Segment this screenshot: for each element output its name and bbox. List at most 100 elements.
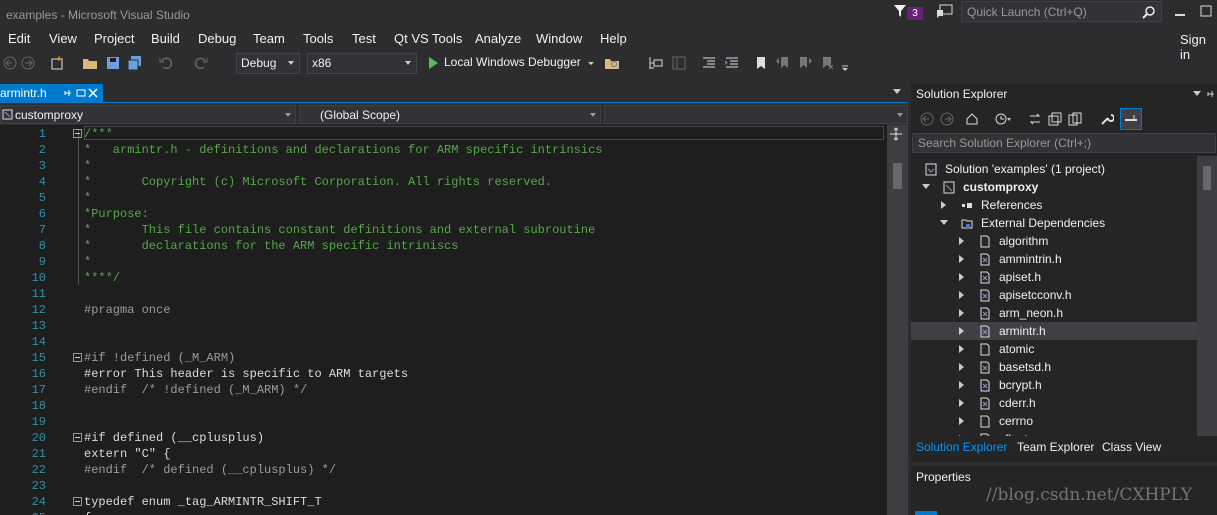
expand-icon[interactable] bbox=[959, 435, 964, 436]
menu-help[interactable]: Help bbox=[600, 31, 627, 46]
minimize-icon[interactable] bbox=[1173, 4, 1187, 18]
code-line[interactable]: * armintr.h - definitions and declaratio… bbox=[84, 142, 602, 158]
panel-menu-icon[interactable] bbox=[1193, 91, 1201, 97]
editor-scroll-thumb[interactable] bbox=[893, 163, 902, 189]
new-project-icon[interactable] bbox=[49, 55, 65, 71]
code-line[interactable]: #endif /* !defined (_M_ARM) */ bbox=[84, 382, 307, 398]
fold-toggle[interactable] bbox=[73, 353, 82, 362]
start-debugger-button[interactable]: Local Windows Debugger bbox=[444, 55, 581, 69]
save-icon[interactable] bbox=[105, 55, 121, 71]
configuration-select[interactable]: Debug bbox=[236, 53, 300, 74]
menu-team[interactable]: Team bbox=[253, 31, 285, 46]
tree-item-file[interactable]: cerrno bbox=[911, 412, 1197, 430]
redo-icon[interactable] bbox=[193, 55, 209, 71]
expand-icon[interactable] bbox=[959, 309, 964, 317]
sync-icon[interactable] bbox=[1028, 112, 1042, 126]
back-icon[interactable] bbox=[920, 112, 934, 126]
code-line[interactable]: * Copyright (c) Microsoft Corporation. A… bbox=[84, 174, 552, 190]
preview-selected-button[interactable] bbox=[1120, 108, 1142, 130]
menu-build[interactable]: Build bbox=[151, 31, 180, 46]
tree-item-file[interactable]: bcrypt.h bbox=[911, 376, 1197, 394]
forward-icon[interactable] bbox=[940, 112, 954, 126]
pin-icon[interactable] bbox=[63, 88, 73, 98]
tree-item-file[interactable]: basetsd.h bbox=[911, 358, 1197, 376]
menu-debug[interactable]: Debug bbox=[198, 31, 236, 46]
tree-item-file[interactable]: atomic bbox=[911, 340, 1197, 358]
code-line[interactable]: extern "C" { bbox=[84, 446, 170, 462]
expand-icon[interactable] bbox=[959, 363, 964, 371]
member-select[interactable] bbox=[604, 105, 908, 124]
save-all-icon[interactable] bbox=[127, 55, 143, 71]
search-icon[interactable] bbox=[1142, 5, 1156, 19]
clear-bookmarks-icon[interactable] bbox=[819, 55, 835, 71]
menu-tools[interactable]: Tools bbox=[303, 31, 333, 46]
code-line[interactable]: #endif /* defined (__cplusplus) */ bbox=[84, 462, 336, 478]
code-line[interactable]: * bbox=[84, 158, 91, 174]
tree-item-project[interactable]: customproxy bbox=[911, 178, 1197, 196]
code-line[interactable]: * declarations for the ARM specific intr… bbox=[84, 238, 458, 254]
menu-view[interactable]: View bbox=[49, 31, 77, 46]
expand-icon[interactable] bbox=[959, 345, 964, 353]
feedback-icon[interactable] bbox=[936, 4, 954, 20]
expand-icon[interactable] bbox=[941, 201, 946, 209]
project-select[interactable]: customproxy bbox=[0, 105, 296, 124]
tree-item-file[interactable]: algorithm bbox=[911, 232, 1197, 250]
maximize-icon[interactable] bbox=[1199, 4, 1213, 18]
fold-toggle[interactable] bbox=[73, 129, 82, 138]
fold-toggle[interactable] bbox=[73, 497, 82, 506]
code-line[interactable]: * This file contains constant definition… bbox=[84, 222, 595, 238]
pin-icon[interactable] bbox=[1206, 89, 1216, 99]
expand-icon[interactable] bbox=[959, 291, 964, 299]
tree-item-file[interactable]: ammintrin.h bbox=[911, 250, 1197, 268]
expand-icon[interactable] bbox=[959, 417, 964, 425]
code-editor[interactable]: 1 /*** 2 * armintr.h - definitions and d… bbox=[0, 125, 908, 515]
tab-team-explorer[interactable]: Team Explorer bbox=[1017, 440, 1094, 454]
expand-icon[interactable] bbox=[959, 399, 964, 407]
solution-explorer-search[interactable]: Search Solution Explorer (Ctrl+;) bbox=[912, 133, 1216, 153]
indent-icon[interactable] bbox=[724, 55, 740, 71]
forward-icon[interactable] bbox=[20, 55, 36, 71]
notification-badge[interactable]: 3 bbox=[907, 7, 923, 20]
tree-item-file[interactable]: apisetcconv.h bbox=[911, 286, 1197, 304]
code-line[interactable]: *Purpose: bbox=[84, 206, 149, 222]
menu-qt-vs-tools[interactable]: Qt VS Tools bbox=[394, 31, 462, 46]
tree-item-file-selected[interactable]: armintr.h bbox=[911, 322, 1197, 340]
properties-wrench-icon[interactable] bbox=[1100, 112, 1114, 126]
previous-bookmark-icon[interactable] bbox=[775, 55, 791, 71]
code-line[interactable]: { bbox=[84, 510, 91, 515]
tab-overflow-icon[interactable] bbox=[893, 89, 901, 95]
preview-icon[interactable] bbox=[76, 88, 86, 98]
tree-item-solution[interactable]: Solution 'examples' (1 project) bbox=[911, 160, 1197, 178]
code-line[interactable]: typedef enum _tag_ARMINTR_SHIFT_T bbox=[84, 494, 322, 510]
outdent-icon[interactable] bbox=[701, 55, 717, 71]
menu-project[interactable]: Project bbox=[94, 31, 134, 46]
code-line[interactable]: #error This header is specific to ARM ta… bbox=[84, 366, 408, 382]
code-line[interactable]: #if !defined (_M_ARM) bbox=[84, 350, 235, 366]
tab-class-view[interactable]: Class View bbox=[1102, 440, 1161, 454]
open-file-icon[interactable] bbox=[82, 55, 98, 71]
expand-icon[interactable] bbox=[959, 255, 964, 263]
code-line[interactable]: #pragma once bbox=[84, 302, 170, 318]
close-icon[interactable] bbox=[88, 88, 98, 98]
toolbar-overflow-icon[interactable] bbox=[840, 55, 850, 71]
solution-configurations-icon[interactable] bbox=[648, 55, 664, 71]
tree-item-external-dependencies[interactable]: External Dependencies bbox=[911, 214, 1197, 232]
split-view-icon[interactable] bbox=[889, 127, 903, 141]
back-icon[interactable] bbox=[2, 55, 18, 71]
menu-edit[interactable]: Edit bbox=[8, 31, 30, 46]
solution-tree-scroll-thumb[interactable] bbox=[1203, 166, 1211, 190]
bookmark-icon[interactable] bbox=[753, 55, 769, 71]
code-line[interactable]: #if defined (__cplusplus) bbox=[84, 430, 264, 446]
tree-item-file[interactable]: cfloat bbox=[911, 430, 1197, 436]
undo-icon[interactable] bbox=[158, 55, 174, 71]
properties-toolbar-button[interactable] bbox=[915, 511, 937, 515]
expand-icon[interactable] bbox=[959, 381, 964, 389]
tab-armintr-h[interactable]: armintr.h bbox=[0, 84, 103, 103]
expand-icon[interactable] bbox=[959, 273, 964, 281]
expand-icon[interactable] bbox=[959, 237, 964, 245]
expand-icon[interactable] bbox=[940, 220, 948, 225]
show-all-files-icon[interactable] bbox=[1068, 112, 1082, 126]
tree-item-file[interactable]: cderr.h bbox=[911, 394, 1197, 412]
home-icon[interactable] bbox=[965, 112, 979, 126]
menu-analyze[interactable]: Analyze bbox=[475, 31, 521, 46]
